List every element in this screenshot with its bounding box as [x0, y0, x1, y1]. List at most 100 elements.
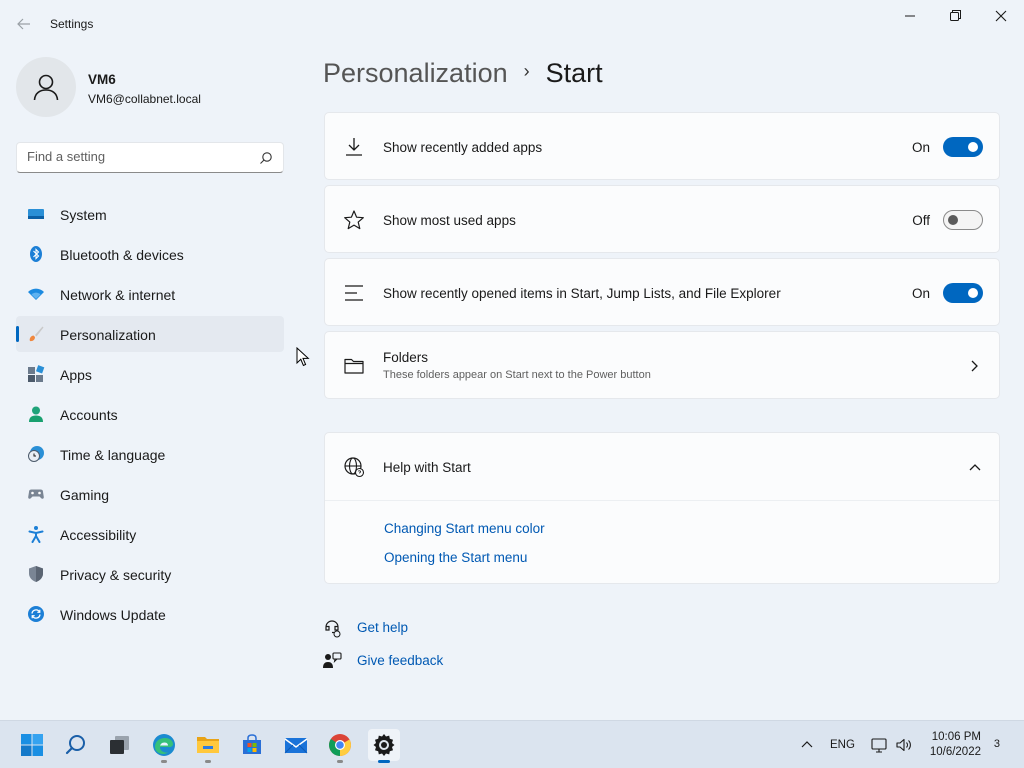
chevron-right-icon	[971, 360, 978, 372]
sidebar-item-time-language[interactable]: Time & language	[16, 436, 284, 472]
minimize-button[interactable]	[898, 6, 922, 26]
chrome-button[interactable]	[324, 729, 356, 763]
system-icon	[28, 209, 44, 219]
task-view-button[interactable]	[104, 729, 136, 761]
taskbar-clock[interactable]: 10:06 PM 10/6/2022	[930, 730, 981, 760]
setting-description: These folders appear on Start next to th…	[383, 369, 651, 381]
chevron-up-icon	[969, 464, 981, 471]
setting-label: Show recently opened items in Start, Jum…	[383, 286, 781, 301]
sidebar-item-apps[interactable]: Apps	[16, 356, 284, 392]
feedback-icon	[323, 652, 342, 668]
profile-name: VM6	[88, 72, 116, 87]
close-button[interactable]	[989, 6, 1013, 26]
divider	[325, 500, 999, 501]
apps-icon	[28, 365, 45, 382]
start-button[interactable]	[16, 729, 48, 761]
chevron-up-icon	[801, 741, 813, 748]
mail-button[interactable]	[280, 729, 312, 761]
input-language-button[interactable]: ENG	[830, 721, 855, 768]
start-icon	[21, 734, 43, 756]
breadcrumb-parent[interactable]: Personalization	[323, 58, 508, 88]
sidebar-item-label: Personalization	[60, 327, 156, 343]
most-used-toggle[interactable]	[943, 210, 983, 230]
recently-added-toggle[interactable]	[943, 137, 983, 157]
help-collapse-button[interactable]	[963, 455, 987, 479]
minimize-icon	[905, 15, 915, 17]
shield-icon	[29, 566, 43, 582]
tray-overflow-button[interactable]	[798, 721, 816, 768]
volume-button[interactable]	[895, 721, 913, 768]
store-button[interactable]	[236, 729, 268, 761]
accounts-icon	[29, 406, 43, 422]
globe-help-icon	[344, 457, 365, 478]
task-view-icon	[110, 736, 129, 754]
setting-card-folders[interactable]: Folders These folders appear on Start ne…	[324, 331, 1000, 399]
get-help-icon	[325, 620, 341, 638]
back-arrow-icon	[17, 18, 30, 30]
breadcrumb-separator-icon: ›	[523, 61, 530, 81]
setting-card-most-used: Show most used apps Off	[324, 185, 1000, 253]
search-box	[16, 142, 284, 173]
volume-icon	[896, 738, 911, 752]
clock-date: 10/6/2022	[929, 746, 981, 758]
setting-label: Show most used apps	[383, 213, 516, 228]
restore-button[interactable]	[943, 6, 967, 26]
sidebar-nav: System Bluetooth & devices Network & int…	[16, 196, 284, 636]
setting-card-recently-opened: Show recently opened items in Start, Jum…	[324, 258, 1000, 326]
recently-opened-toggle[interactable]	[943, 283, 983, 303]
sidebar-item-system[interactable]: System	[16, 196, 284, 232]
taskbar-search-button[interactable]	[60, 729, 92, 761]
profile-email: VM6@collabnet.local	[88, 92, 201, 106]
wifi-icon	[28, 288, 44, 300]
toggle-state-label: On	[911, 140, 930, 155]
settings-icon	[373, 734, 395, 756]
chrome-icon	[329, 734, 351, 756]
sidebar-item-accessibility[interactable]: Accessibility	[16, 516, 284, 552]
sidebar-item-gaming[interactable]: Gaming	[16, 476, 284, 512]
toggle-knob	[968, 142, 978, 152]
star-icon	[344, 210, 364, 230]
edge-button[interactable]	[148, 729, 180, 763]
sidebar-item-bluetooth[interactable]: Bluetooth & devices	[16, 236, 284, 272]
setting-label: Folders	[383, 350, 429, 365]
sidebar-item-label: Gaming	[60, 487, 110, 503]
network-status-button[interactable]	[870, 721, 888, 768]
toggle-knob	[948, 215, 958, 225]
input-language: ENG	[830, 739, 855, 751]
brush-icon	[29, 326, 44, 342]
page-title: Start	[545, 58, 603, 88]
download-icon	[346, 138, 362, 156]
sidebar-item-network[interactable]: Network & internet	[16, 276, 284, 312]
setting-label: Show recently added apps	[383, 140, 543, 155]
sidebar-item-label: Accessibility	[60, 527, 137, 543]
sidebar-item-label: Windows Update	[60, 607, 166, 623]
network-icon	[871, 738, 887, 753]
running-indicator	[205, 760, 211, 763]
file-explorer-button[interactable]	[192, 729, 224, 763]
toggle-knob	[968, 288, 978, 298]
help-link-opening-start-menu[interactable]: Opening the Start menu	[384, 550, 527, 565]
file-explorer-icon	[197, 737, 219, 753]
notification-badge[interactable]: 3	[994, 738, 1000, 750]
toggle-state-label: On	[911, 286, 930, 301]
help-link-start-menu-color[interactable]: Changing Start menu color	[384, 521, 545, 536]
settings-taskbar-button[interactable]	[368, 729, 400, 763]
clock-time: 10:06 PM	[931, 731, 981, 743]
store-icon	[243, 734, 261, 754]
edge-icon	[153, 734, 175, 756]
back-button[interactable]	[14, 14, 34, 34]
user-icon	[33, 74, 59, 101]
search-icon[interactable]	[259, 151, 273, 165]
search-input[interactable]	[27, 149, 247, 164]
sidebar-item-label: Privacy & security	[60, 567, 172, 583]
sidebar-item-windows-update[interactable]: Windows Update	[16, 596, 284, 632]
sidebar-item-personalization[interactable]: Personalization	[16, 316, 284, 352]
folder-icon	[344, 358, 364, 374]
mouse-cursor-icon	[296, 347, 310, 367]
sidebar-item-label: Network & internet	[60, 287, 176, 303]
window-title: Settings	[50, 17, 94, 31]
mail-icon	[284, 738, 308, 754]
list-icon	[345, 285, 363, 301]
sidebar-item-accounts[interactable]: Accounts	[16, 396, 284, 432]
sidebar-item-privacy-security[interactable]: Privacy & security	[16, 556, 284, 592]
